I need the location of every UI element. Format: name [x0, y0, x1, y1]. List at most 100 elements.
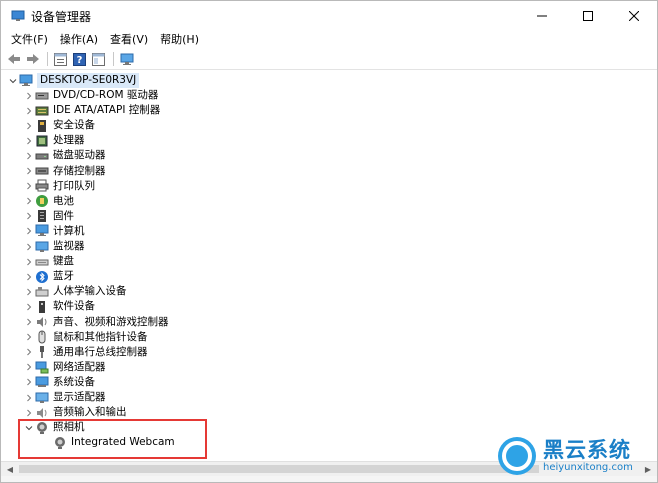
forward-button[interactable]	[24, 51, 41, 67]
monitor-icon	[120, 53, 133, 65]
toolbar: ?	[1, 49, 657, 70]
chevron-right-icon[interactable]	[23, 133, 35, 148]
tree-root[interactable]: DESKTOP-SE0R3VJ	[7, 73, 140, 88]
help-icon: ?	[73, 52, 86, 66]
maximize-button[interactable]	[565, 1, 611, 31]
tree-category-row[interactable]: 安全设备	[23, 118, 95, 133]
svg-text:?: ?	[77, 55, 83, 66]
back-arrow-icon	[7, 54, 20, 64]
chevron-right-icon[interactable]	[23, 345, 35, 360]
toolbar-separator	[113, 52, 114, 66]
scrollbar-thumb[interactable]	[19, 465, 539, 473]
tree-item-label: 声音、视频和游戏控制器	[53, 315, 169, 328]
chevron-right-icon[interactable]	[23, 390, 35, 405]
tree-category-row[interactable]: 监视器	[23, 239, 85, 254]
monitor-icon	[35, 240, 49, 254]
processor-icon	[35, 134, 49, 148]
chevron-right-icon[interactable]	[23, 164, 35, 179]
computer-icon	[35, 224, 49, 238]
tree-category-row[interactable]: 处理器	[23, 133, 85, 148]
software-device-icon	[35, 300, 49, 314]
tree-category-row[interactable]: 电池	[23, 194, 74, 209]
chevron-right-icon[interactable]	[23, 239, 35, 254]
tree-category-row[interactable]: 通用串行总线控制器	[23, 345, 148, 360]
forward-arrow-icon	[26, 54, 39, 64]
tree-category-row[interactable]: 系统设备	[23, 375, 95, 390]
usb-icon	[35, 345, 49, 359]
tree-category-row[interactable]: 键盘	[23, 254, 74, 269]
tree-category-row[interactable]: 音频输入和输出	[23, 405, 127, 420]
menu-action[interactable]: 操作(A)	[54, 32, 104, 48]
menu-bar: 文件(F) 操作(A) 查看(V) 帮助(H)	[1, 31, 205, 49]
minimize-icon	[537, 15, 547, 17]
chevron-right-icon[interactable]	[23, 103, 35, 118]
tree-category-row[interactable]: 人体学输入设备	[23, 284, 127, 299]
bluetooth-icon	[35, 270, 49, 284]
chevron-down-icon[interactable]	[7, 73, 19, 88]
chevron-right-icon[interactable]	[23, 254, 35, 269]
chevron-right-icon[interactable]	[23, 269, 35, 284]
chevron-right-icon[interactable]	[23, 375, 35, 390]
chevron-right-icon[interactable]	[23, 405, 35, 420]
properties-button[interactable]	[52, 51, 69, 67]
tree-item-label: 打印队列	[53, 179, 95, 192]
tree-item-label: 键盘	[53, 255, 74, 268]
help-button[interactable]: ?	[71, 51, 88, 67]
audio-io-icon	[35, 406, 49, 420]
chevron-right-icon[interactable]	[23, 315, 35, 330]
watermark-name: 黑云系统	[543, 438, 631, 462]
view-button[interactable]	[90, 51, 107, 67]
minimize-button[interactable]	[519, 1, 565, 31]
tree-category-row[interactable]: 声音、视频和游戏控制器	[23, 315, 169, 330]
tree-item-label: 软件设备	[53, 300, 95, 313]
chevron-right-icon[interactable]	[23, 330, 35, 345]
chevron-right-icon[interactable]	[23, 360, 35, 375]
computer-icon	[19, 74, 33, 88]
tree-item-label: 通用串行总线控制器	[53, 345, 148, 358]
tree-item-label: 固件	[53, 209, 74, 222]
tree-item-label: DVD/CD-ROM 驱动器	[53, 89, 159, 101]
tree-item-label: 存储控制器	[53, 164, 106, 177]
chevron-right-icon[interactable]	[23, 299, 35, 314]
title-bar: 设备管理器	[1, 1, 657, 31]
chevron-right-icon[interactable]	[23, 179, 35, 194]
tree-category-row[interactable]: IDE ATA/ATAPI 控制器	[23, 103, 160, 118]
tree-category-row[interactable]: 软件设备	[23, 299, 95, 314]
chevron-right-icon[interactable]	[23, 209, 35, 224]
tree-category-row[interactable]: 打印队列	[23, 179, 95, 194]
window-controls	[519, 1, 657, 31]
battery-icon	[35, 194, 49, 208]
disk-drive-icon	[35, 149, 49, 163]
scan-hardware-button[interactable]	[118, 51, 135, 67]
tree-category-row[interactable]: 存储控制器	[23, 164, 106, 179]
tree-category-row[interactable]: DVD/CD-ROM 驱动器	[23, 88, 158, 103]
tree-category-row[interactable]: 网络适配器	[23, 360, 106, 375]
window-title: 设备管理器	[31, 9, 92, 24]
back-button[interactable]	[5, 51, 22, 67]
chevron-right-icon[interactable]	[23, 88, 35, 103]
chevron-right-icon[interactable]	[23, 194, 35, 209]
tree-category-row[interactable]: 蓝牙	[23, 269, 74, 284]
tree-category-row[interactable]: 鼠标和其他指针设备	[23, 330, 148, 345]
menu-view[interactable]: 查看(V)	[104, 32, 154, 48]
chevron-right-icon[interactable]	[23, 148, 35, 163]
device-tree: DESKTOP-SE0R3VJ DVD/CD-ROM 驱动器 IDE ATA/AT…	[1, 71, 657, 459]
close-icon	[629, 11, 639, 21]
tree-item-label: 音频输入和输出	[53, 406, 127, 419]
tree-category-row[interactable]: 磁盘驱动器	[23, 148, 106, 163]
tree-root-label: DESKTOP-SE0R3VJ	[37, 73, 140, 88]
menu-help[interactable]: 帮助(H)	[154, 32, 205, 48]
tree-category-row[interactable]: 显示适配器	[23, 390, 106, 405]
close-button[interactable]	[611, 1, 657, 31]
chevron-right-icon[interactable]	[23, 118, 35, 133]
menu-file[interactable]: 文件(F)	[5, 32, 54, 48]
scroll-left-icon[interactable]: ◀	[3, 462, 17, 476]
tree-category-row[interactable]: 固件	[23, 209, 74, 224]
tree-category-row[interactable]: 计算机	[23, 224, 85, 239]
keyboard-icon	[35, 255, 49, 269]
mouse-icon	[35, 330, 49, 344]
tree-item-label: 处理器	[53, 134, 85, 147]
chevron-right-icon[interactable]	[23, 224, 35, 239]
highlight-box	[18, 419, 207, 459]
chevron-right-icon[interactable]	[23, 284, 35, 299]
